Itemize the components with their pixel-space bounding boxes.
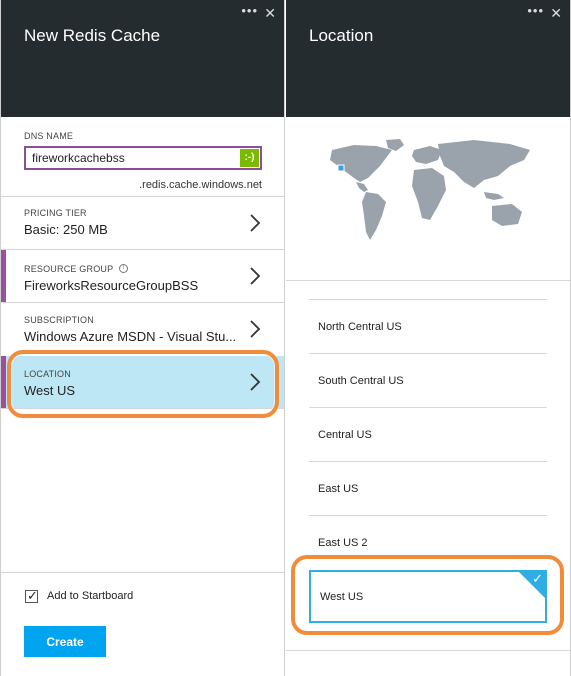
location-option[interactable]: Central US — [309, 408, 547, 461]
more-options-icon[interactable]: ••• — [241, 3, 258, 18]
blade-title: Location — [309, 26, 374, 45]
location-option-label: South Central US — [318, 374, 404, 387]
footer-divider — [1, 572, 284, 573]
location-option-label: East US 2 — [318, 536, 368, 549]
location-option-label: Central US — [318, 428, 372, 441]
location-option[interactable]: East US — [309, 462, 547, 515]
location-highlight-callout — [7, 350, 279, 418]
location-option-label: North Central US — [318, 320, 402, 333]
location-blade: Location ••• ✕ North Central US South Ce… — [286, 0, 571, 676]
resource-group-row[interactable]: RESOURCE GROUP i FireworksResourceGroupB… — [1, 250, 284, 302]
west-us-highlight-callout — [291, 555, 564, 635]
blade-header: Location ••• ✕ — [286, 0, 570, 117]
dns-name-field[interactable]: :-) — [24, 146, 262, 170]
create-button[interactable]: Create — [24, 626, 106, 657]
checkmark-icon: ✓ — [27, 588, 38, 603]
selected-region-marker — [337, 164, 345, 172]
startboard-checkbox[interactable]: ✓ — [25, 588, 38, 603]
world-map-image — [330, 139, 530, 240]
required-accent-bar — [1, 356, 6, 408]
required-accent-bar — [1, 250, 6, 302]
blade-title: New Redis Cache — [24, 26, 161, 45]
location-option-label: East US — [318, 482, 359, 495]
startboard-label: Add to Startboard — [47, 590, 134, 602]
valid-name-icon: :-) — [240, 149, 259, 167]
resource-group-value: FireworksResourceGroupBSS — [24, 278, 199, 293]
more-options-icon[interactable]: ••• — [527, 3, 544, 18]
subscription-row[interactable]: SUBSCRIPTION Windows Azure MSDN - Visual… — [1, 303, 284, 355]
subscription-value: Windows Azure MSDN - Visual Stu... — [24, 329, 237, 344]
pricing-tier-value: Basic: 250 MB — [24, 222, 108, 237]
location-option[interactable]: South Central US — [309, 354, 547, 407]
close-icon[interactable]: ✕ — [264, 5, 277, 22]
subscription-label: SUBSCRIPTION — [24, 315, 94, 325]
new-redis-cache-blade: New Redis Cache ••• ✕ DNS NAME :-) .redi… — [0, 0, 285, 676]
divider — [286, 280, 570, 281]
pricing-tier-row[interactable]: PRICING TIER Basic: 250 MB — [1, 197, 284, 249]
info-icon[interactable]: i — [118, 264, 128, 273]
pricing-tier-label: PRICING TIER — [24, 208, 87, 218]
close-icon[interactable]: ✕ — [550, 5, 563, 22]
dns-suffix: .redis.cache.windows.net — [139, 179, 262, 191]
chevron-right-icon — [250, 320, 261, 338]
location-option[interactable]: North Central US — [309, 300, 547, 353]
footer-divider — [286, 650, 570, 651]
chevron-right-icon — [250, 267, 261, 285]
dns-name-label: DNS NAME — [24, 131, 74, 141]
blade-header: New Redis Cache ••• ✕ — [1, 0, 284, 117]
chevron-right-icon — [250, 214, 261, 232]
resource-group-label-text: RESOURCE GROUP — [24, 264, 114, 274]
dns-name-input[interactable] — [32, 151, 232, 165]
resource-group-label: RESOURCE GROUP i — [24, 264, 198, 274]
